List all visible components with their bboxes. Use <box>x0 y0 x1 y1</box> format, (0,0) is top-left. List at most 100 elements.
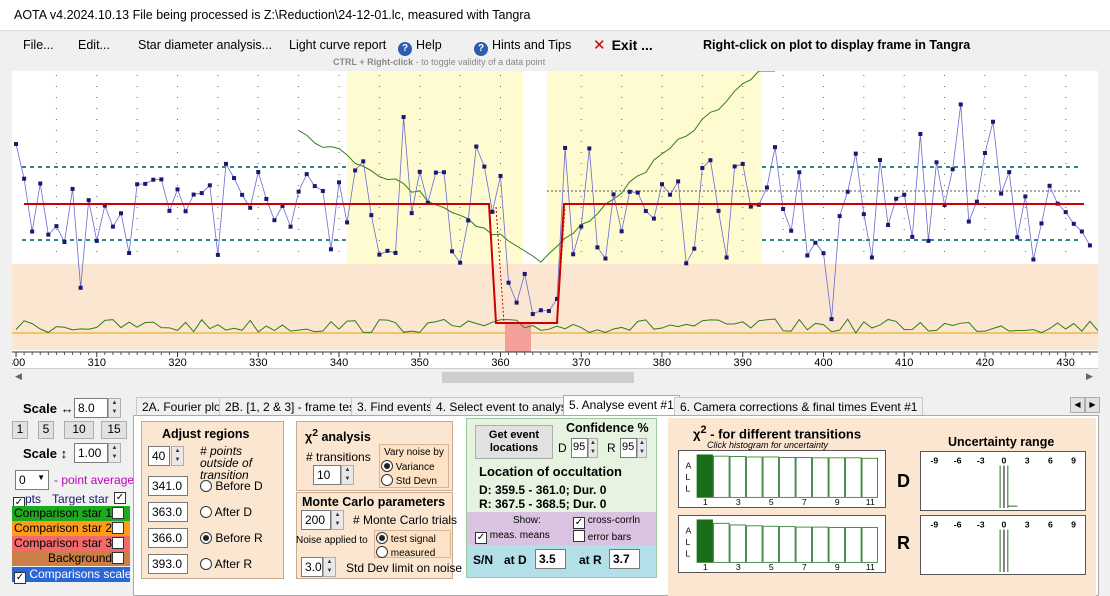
target-data-point[interactable] <box>215 252 220 257</box>
target-data-point[interactable] <box>498 173 503 178</box>
target-data-point[interactable] <box>175 187 180 192</box>
target-data-point[interactable] <box>46 232 51 237</box>
target-data-point[interactable] <box>1087 243 1092 248</box>
target-data-point[interactable] <box>361 159 366 164</box>
target-data-point[interactable] <box>466 218 471 223</box>
histogram-bar[interactable] <box>696 519 713 563</box>
histogram-bar[interactable] <box>746 456 763 498</box>
target-data-point[interactable] <box>950 167 955 172</box>
target-data-point[interactable] <box>433 170 438 175</box>
target-data-point[interactable] <box>926 238 931 243</box>
confidence-d-input[interactable]: 95 <box>571 438 588 458</box>
error-bars-option[interactable]: error bars <box>573 530 631 543</box>
histogram-bar[interactable] <box>812 526 829 563</box>
target-data-point[interactable] <box>692 246 697 251</box>
histogram-bar[interactable] <box>746 525 763 563</box>
target-data-point[interactable] <box>248 205 253 210</box>
target-data-point[interactable] <box>62 240 67 245</box>
comparison-star-2-checkbox[interactable] <box>112 522 124 534</box>
before-d-radio-button[interactable] <box>200 480 212 492</box>
target-data-point[interactable] <box>304 172 309 177</box>
after-d-radio[interactable]: After D <box>200 505 252 519</box>
plot-horizontal-scrollbar[interactable]: ◀ ▶ <box>12 368 1098 386</box>
scale-horizontal-stepper[interactable]: ▲ ▼ <box>108 398 121 418</box>
target-data-point[interactable] <box>627 189 632 194</box>
target-data-point[interactable] <box>54 224 59 229</box>
target-data-point[interactable] <box>240 192 245 197</box>
histogram-bar[interactable] <box>861 527 878 563</box>
target-data-point[interactable] <box>587 146 592 151</box>
target-data-point[interactable] <box>409 211 414 216</box>
variance-radio[interactable]: Variance <box>381 460 435 473</box>
histogram-bar[interactable] <box>729 524 746 563</box>
target-data-point[interactable] <box>143 181 148 186</box>
target-data-point[interactable] <box>797 170 802 175</box>
target-data-point[interactable] <box>199 191 204 196</box>
target-data-point[interactable] <box>861 212 866 217</box>
target-data-point[interactable] <box>14 142 19 147</box>
target-data-point[interactable] <box>764 185 769 190</box>
target-data-point[interactable] <box>1015 235 1020 240</box>
target-data-point[interactable] <box>894 196 899 201</box>
target-data-point[interactable] <box>482 164 487 169</box>
target-data-point[interactable] <box>1071 221 1076 226</box>
target-data-point[interactable] <box>191 192 196 197</box>
target-data-point[interactable] <box>643 209 648 214</box>
histogram-bar[interactable] <box>779 526 796 563</box>
tab-select-event[interactable]: 4. Select event to analyse <box>430 397 580 416</box>
target-data-point[interactable] <box>450 249 455 254</box>
target-data-point[interactable] <box>611 192 616 197</box>
meas-means-checkbox[interactable]: ✓ <box>475 532 487 544</box>
tab-scroll-right-icon[interactable]: ▶ <box>1085 397 1100 413</box>
std-devn-radio[interactable]: Std Devn <box>381 474 437 487</box>
target-data-point[interactable] <box>417 169 422 174</box>
target-data-point[interactable] <box>159 177 164 182</box>
error-bars-checkbox[interactable] <box>573 530 585 542</box>
histogram-bar[interactable] <box>812 457 829 498</box>
histogram-bar[interactable] <box>762 456 779 498</box>
target-data-point[interactable] <box>676 179 681 184</box>
histogram-bar[interactable] <box>762 525 779 563</box>
target-data-point[interactable] <box>902 192 907 197</box>
target-data-point[interactable] <box>1063 210 1068 215</box>
comparison-star-3-checkbox[interactable] <box>112 537 124 549</box>
target-data-point[interactable] <box>700 165 705 170</box>
target-data-point[interactable] <box>837 214 842 219</box>
target-data-point[interactable] <box>441 170 446 175</box>
target-data-point[interactable] <box>1007 170 1012 175</box>
test-signal-radio[interactable]: test signal <box>376 532 436 545</box>
after-d-radio-button[interactable] <box>200 506 212 518</box>
menu-light-curve-report[interactable]: Light curve report <box>289 38 386 52</box>
scroll-thumb[interactable] <box>442 372 634 383</box>
target-data-point[interactable] <box>353 168 358 173</box>
histogram-bar[interactable] <box>779 457 796 498</box>
scale-horizontal-input[interactable]: 8.0 <box>74 398 108 418</box>
target-data-point[interactable] <box>393 250 398 255</box>
target-data-point[interactable] <box>934 160 939 165</box>
target-data-point[interactable] <box>982 151 987 156</box>
background-checkbox[interactable] <box>112 552 124 564</box>
target-data-point[interactable] <box>30 229 35 234</box>
points-outside-stepper[interactable]: ▲ ▼ <box>171 446 184 466</box>
target-data-point[interactable] <box>377 252 382 257</box>
point-average-select[interactable]: 0 ▼ <box>15 470 49 490</box>
target-data-point[interactable] <box>1039 221 1044 226</box>
target-data-point[interactable] <box>829 317 834 322</box>
target-data-point[interactable] <box>563 145 568 150</box>
target-data-point[interactable] <box>1023 194 1028 199</box>
zoom-button-10[interactable]: 10 <box>64 421 94 439</box>
histogram-bar[interactable] <box>795 457 812 498</box>
monte-carlo-trials-stepper[interactable]: ▲ ▼ <box>331 510 344 530</box>
before-d-radio[interactable]: Before D <box>200 479 263 493</box>
target-data-point[interactable] <box>603 256 608 261</box>
target-data-point[interactable] <box>337 180 342 185</box>
tab-scroll-left-icon[interactable]: ◀ <box>1070 397 1085 413</box>
histogram-bar[interactable] <box>729 456 746 498</box>
target-data-point[interactable] <box>821 251 826 256</box>
target-data-point[interactable] <box>773 145 778 150</box>
target-data-point[interactable] <box>369 213 374 218</box>
target-data-point[interactable] <box>70 186 75 191</box>
target-data-point[interactable] <box>38 181 43 186</box>
meas-means-option[interactable]: ✓ meas. means <box>475 530 550 544</box>
std-devn-radio-button[interactable] <box>381 474 393 486</box>
